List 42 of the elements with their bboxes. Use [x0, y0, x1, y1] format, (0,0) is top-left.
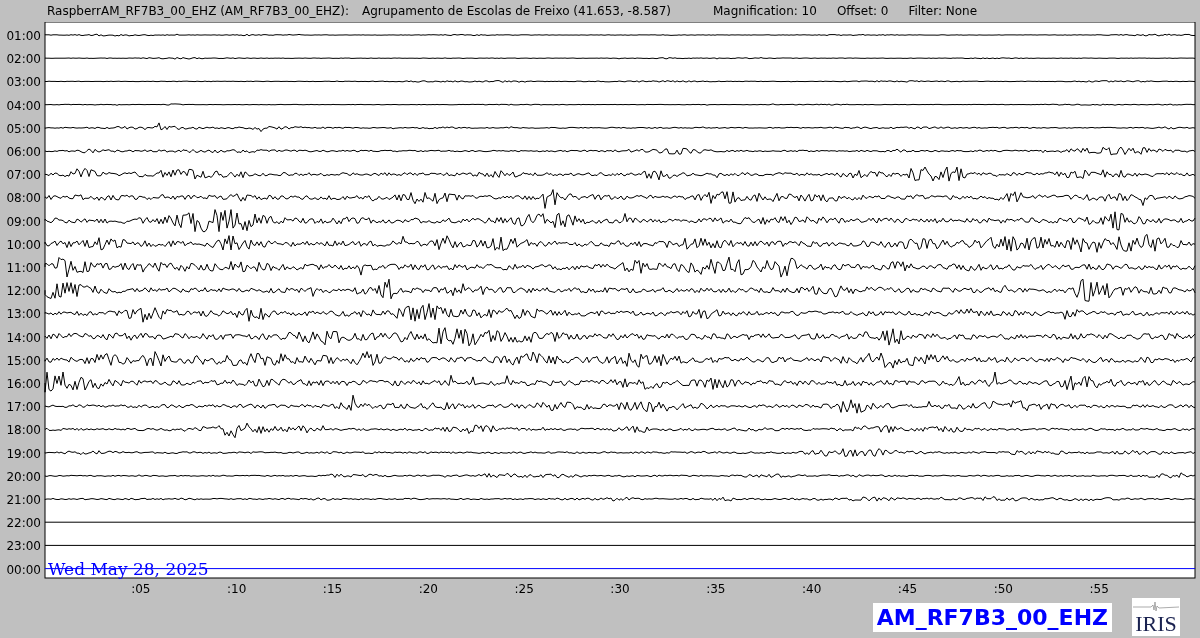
hour-label: 11:00	[6, 261, 41, 275]
minute-label: :20	[418, 582, 438, 596]
channel-label: AM_RF7B3_00_EHZ	[872, 602, 1112, 632]
hour-label: 01:00	[6, 29, 41, 43]
hour-label: 20:00	[6, 469, 41, 484]
minute-label: :30	[610, 582, 630, 596]
hour-label: 19:00	[6, 446, 41, 461]
hour-label: 18:00	[6, 423, 41, 438]
minute-label: :40	[802, 582, 822, 596]
hour-label: 08:00	[6, 191, 41, 206]
hour-label: 13:00	[6, 307, 41, 322]
minute-label: :05	[131, 582, 151, 596]
hour-label: 04:00	[6, 98, 41, 113]
hour-label: 21:00	[6, 493, 41, 507]
minute-label: :25	[514, 582, 534, 596]
hour-label: 06:00	[6, 145, 41, 159]
hour-label: 07:00	[6, 168, 41, 183]
hour-label: 05:00	[6, 121, 41, 136]
hour-label: 17:00	[6, 400, 41, 415]
hour-label: 12:00	[6, 284, 41, 299]
minute-label: :15	[322, 582, 343, 596]
hour-label: 22:00	[6, 516, 41, 531]
minute-label: :50	[993, 582, 1013, 596]
filter-text: Filter: None	[908, 4, 978, 18]
minute-label: :55	[1089, 582, 1109, 596]
magnification-text: Magnification: 10	[713, 4, 817, 18]
minute-label: :10	[227, 582, 247, 596]
minute-label: :45	[897, 582, 918, 596]
offset-text: Offset: 0	[836, 4, 889, 18]
hour-label: 02:00	[6, 52, 41, 67]
station-title: RaspberrAM_RF7B3_00_EHZ (AM_RF7B3_00_EHZ):	[47, 4, 349, 18]
minute-label: :35	[706, 582, 726, 596]
hour-label: 09:00	[6, 214, 41, 229]
hour-label: 10:00	[6, 237, 41, 252]
hour-label: 15:00	[6, 353, 41, 368]
hour-label: 03:00	[6, 75, 41, 90]
iris-logo: IRIS	[1132, 598, 1180, 636]
hour-label: 16:00	[6, 377, 41, 391]
hour-label: 14:00	[6, 330, 41, 345]
hour-label: 00:00	[6, 562, 41, 577]
hour-label: 23:00	[6, 539, 41, 554]
location-text: Agrupamento de Escolas de Freixo (41.653, -8.587)	[362, 4, 671, 18]
